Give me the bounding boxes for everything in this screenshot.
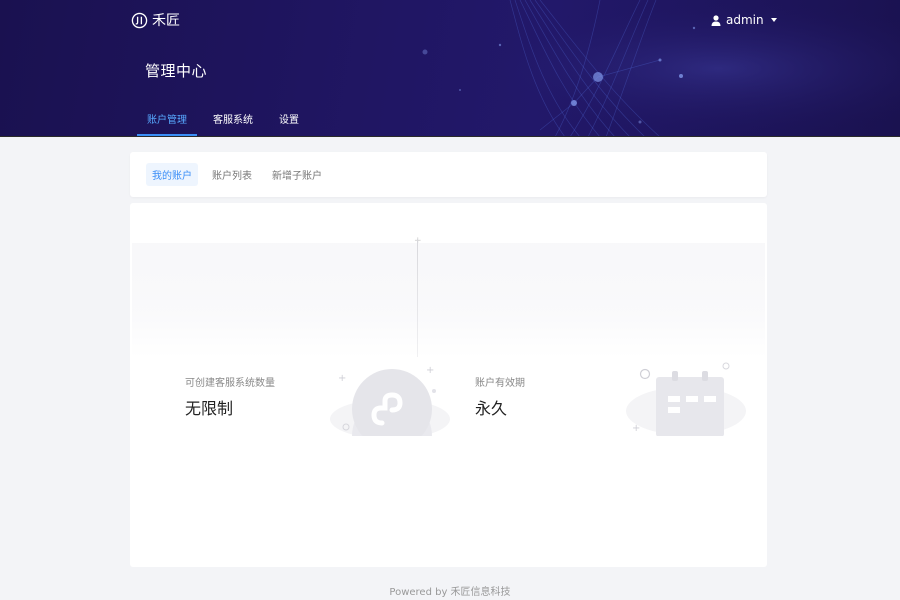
- tab-my-account[interactable]: 我的账户: [146, 163, 198, 186]
- main-nav: 账户管理 客服系统 设置: [137, 110, 315, 136]
- caret-down-icon: [770, 18, 777, 22]
- stat-service-quota: 可创建客服系统数量 无限制: [185, 374, 275, 419]
- brand-logo-icon: [131, 12, 148, 28]
- tab-add-sub-account[interactable]: 新增子账户: [266, 163, 328, 186]
- vertical-divider: [417, 239, 418, 357]
- tab-account-list[interactable]: 账户列表: [206, 163, 258, 186]
- username: admin: [726, 13, 764, 27]
- stat-validity: 账户有效期 永久: [475, 374, 525, 419]
- brand-logo[interactable]: 禾匠: [131, 10, 180, 30]
- stat-label: 可创建客服系统数量: [185, 378, 275, 389]
- svg-text:+: +: [426, 365, 434, 376]
- stat-value: 无限制: [185, 399, 234, 418]
- nav-item-customer-service[interactable]: 客服系统: [203, 110, 263, 136]
- calendar-icon: +: [616, 362, 746, 441]
- nav-item-account[interactable]: 账户管理: [137, 110, 197, 136]
- user-menu[interactable]: admin: [711, 13, 777, 27]
- brand-name: 禾匠: [152, 13, 180, 29]
- sub-tabs: 我的账户 账户列表 新增子账户: [130, 152, 767, 197]
- header-banner: 禾匠 admin 管理中心 账户管理 客服系统 设置: [0, 0, 900, 137]
- account-info-card: + 可创建客服系统数量 无限制 + + 账户有效期 永久 +: [130, 203, 767, 567]
- mini-program-icon: + +: [330, 365, 450, 441]
- footer-credit: Powered by 禾匠信息科技: [389, 587, 511, 598]
- card-banner-background: [132, 243, 765, 358]
- svg-text:+: +: [632, 423, 640, 434]
- page-title: 管理中心: [145, 62, 208, 80]
- stat-value: 永久: [475, 399, 508, 418]
- svg-text:+: +: [338, 373, 346, 384]
- user-icon: [711, 14, 721, 26]
- nav-item-settings[interactable]: 设置: [269, 110, 309, 136]
- stat-label: 账户有效期: [475, 378, 525, 389]
